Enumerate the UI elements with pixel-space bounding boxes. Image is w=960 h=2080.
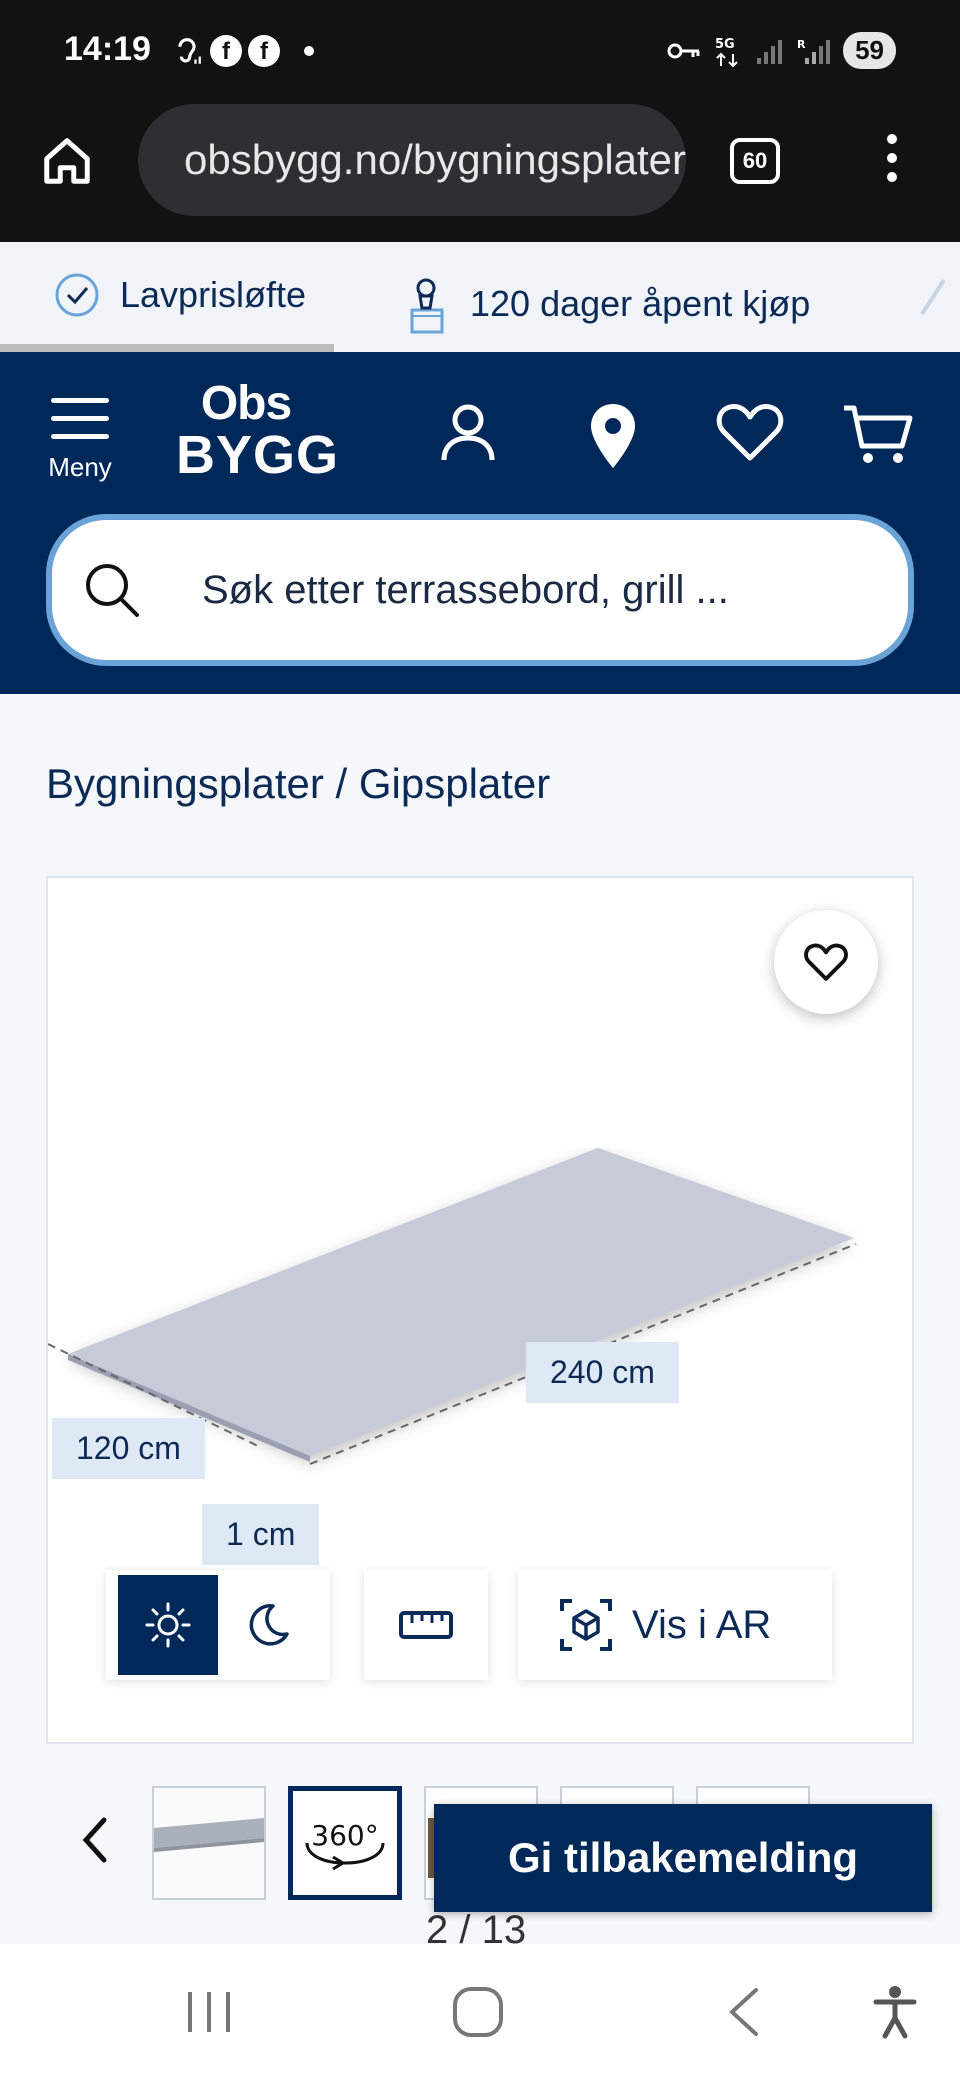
search-icon [86, 564, 139, 617]
dimension-length-label: 240 cm [526, 1342, 679, 1403]
cart-button[interactable] [842, 402, 914, 471]
back-icon [729, 1988, 758, 2036]
home-nav-button[interactable] [450, 1984, 506, 2045]
facebook-icon: f [210, 35, 242, 67]
gallery-prev-button[interactable] [74, 1810, 114, 1875]
status-time: 14:19 [64, 30, 151, 68]
recent-apps-icon [188, 1992, 230, 2032]
browser-toolbar: obsbygg.no/bygningsplater/gipsplater 60 [0, 104, 960, 242]
back-button[interactable] [724, 1984, 764, 2045]
url-text: obsbygg.no/bygningsplater/gipsplater [184, 136, 686, 183]
sun-icon [145, 1602, 191, 1648]
usp-strip: Lavprisløfte 120 dager åpent kjøp [0, 242, 960, 352]
light-mode-toggle [106, 1570, 330, 1680]
browser-menu-icon[interactable] [880, 134, 904, 190]
chevron-left-icon [82, 1817, 107, 1863]
rotate-360-icon: 360° [305, 1819, 385, 1871]
feedback-button[interactable]: Gi tilbakemelding [434, 1804, 932, 1912]
product-image-viewer[interactable]: 240 cm 120 cm 1 cm Vis i AR [46, 876, 914, 1744]
home-circle-icon [453, 1987, 503, 2037]
ar-cube-icon [560, 1599, 612, 1651]
search-input[interactable] [202, 567, 842, 613]
favorite-button[interactable] [774, 910, 878, 1014]
cart-icon [844, 405, 913, 463]
notification-icons: f f [170, 34, 314, 68]
package-icon [410, 278, 444, 334]
site-header: Meny Obs BYGG [0, 352, 960, 694]
android-nav-bar [0, 1944, 960, 2080]
obs-bygg-logo[interactable]: Obs BYGG [176, 377, 340, 485]
battery-indicator: 59 [843, 32, 896, 69]
view-in-ar-button[interactable]: Vis i AR [518, 1570, 832, 1680]
usp-apent-kjop[interactable]: 120 dager åpent kjøp [404, 272, 810, 336]
measure-button[interactable] [364, 1570, 488, 1680]
ear-icon [178, 38, 201, 64]
gallery-thumb-360[interactable]: 360° [288, 1786, 402, 1900]
svg-text:5G: 5G [715, 37, 735, 52]
heart-icon [804, 943, 848, 981]
status-bar: 14:19 f f 5G R 59 [0, 0, 960, 104]
menu-button[interactable]: Meny [40, 398, 120, 483]
wishlist-button[interactable] [716, 402, 784, 467]
moon-icon [249, 1604, 289, 1646]
tab-switcher-button[interactable]: 60 [730, 138, 780, 184]
usp-progress-bar [0, 344, 334, 352]
key-icon [667, 43, 700, 58]
heart-icon [716, 404, 784, 461]
url-bar[interactable]: obsbygg.no/bygningsplater/gipsplater [138, 104, 686, 216]
facebook-icon: f [248, 35, 280, 67]
status-right: 5G R 59 [667, 32, 896, 69]
dimension-thickness-label: 1 cm [202, 1504, 320, 1565]
location-pin-icon [591, 404, 635, 468]
check-badge-icon [55, 273, 99, 317]
accessibility-icon [873, 1986, 917, 2039]
dot-icon [304, 46, 314, 56]
account-button[interactable] [438, 402, 498, 469]
accessibility-button[interactable] [872, 1984, 918, 2045]
breadcrumb[interactable]: Bygningsplater / Gipsplater [46, 760, 550, 808]
logo-top: Obs [200, 377, 292, 430]
ar-label: Vis i AR [632, 1602, 772, 1647]
recent-apps-button[interactable] [184, 1984, 234, 2045]
home-button[interactable] [40, 134, 94, 193]
menu-label: Meny [48, 452, 112, 482]
logo-bottom: BYGG [176, 425, 340, 485]
user-icon [441, 404, 495, 461]
svg-text:R: R [797, 38, 806, 51]
hamburger-icon [40, 398, 120, 439]
ruler-icon [399, 1611, 453, 1639]
usp-label: 120 dager åpent kjøp [470, 283, 811, 324]
dimension-width-label: 120 cm [52, 1418, 205, 1479]
usp-next-icon [914, 274, 954, 325]
usp-label: Lavprisløfte [120, 274, 307, 315]
signal-icon [757, 39, 783, 64]
signal-roaming-icon: R [797, 38, 831, 64]
dark-mode-button[interactable] [218, 1575, 318, 1675]
search-bar[interactable] [46, 514, 914, 666]
light-mode-button[interactable] [118, 1575, 218, 1675]
svg-text:360°: 360° [311, 1819, 378, 1852]
store-locator-button[interactable] [588, 402, 638, 475]
network-5g-icon: 5G [715, 37, 738, 67]
usp-lavprislofte[interactable]: Lavprisløfte [54, 272, 306, 318]
home-icon [44, 138, 90, 184]
gallery-thumb-1[interactable] [152, 1786, 266, 1900]
